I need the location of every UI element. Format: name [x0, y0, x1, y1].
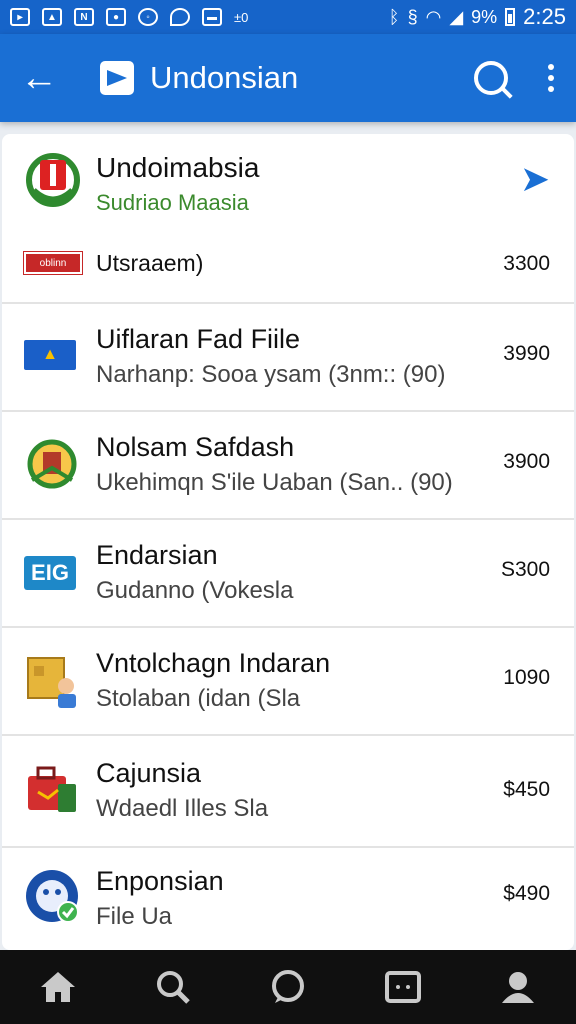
row-title: Endarsian [96, 540, 218, 570]
emblem-icon [27, 439, 77, 489]
news-icon: N [74, 8, 94, 26]
stat-icon: ±0 [234, 9, 249, 25]
profile-icon[interactable] [498, 967, 538, 1007]
row-text: Utsraaem) [96, 250, 203, 277]
status-right: ᛒ § ◠ ◢ 9% 2:25 [389, 4, 566, 30]
row-subtitle: File Ua [96, 903, 173, 930]
crest-logo-icon [26, 153, 80, 207]
list-item[interactable]: EIG Endarsian Gudanno (Vokesla S300 [2, 520, 574, 628]
row-title: Enponsian [96, 866, 224, 896]
row-title: Uiflaran Fad Fiile [96, 324, 301, 354]
flag-emblem-icon: ▲ [42, 346, 58, 363]
row-text: Uiflaran Fad Fiile Narhanp: Sooa ysam (3… [96, 324, 446, 389]
list-item[interactable]: Nolsam Safdash Ukehimqn S'ile Uaban (San… [2, 412, 574, 520]
flag-logo-text: oblinn [39, 257, 67, 269]
row-price: $450 [503, 778, 550, 801]
app-logo-icon [100, 61, 134, 95]
wifi-icon: ◠ [425, 6, 442, 27]
row-price: S300 [500, 558, 550, 581]
search-icon[interactable] [474, 61, 508, 95]
row-title: Utsraaem) [96, 250, 204, 276]
row-subtitle: Wdaedl Illes Sla [96, 795, 269, 822]
cell-signal-icon: ◢ [449, 6, 464, 27]
row-price: $490 [503, 882, 550, 905]
back-arrow-icon[interactable]: ← [20, 59, 64, 97]
globe-check-icon [26, 870, 79, 923]
row-price: 3990 [503, 342, 550, 365]
row-price: 3900 [503, 450, 550, 473]
battery-percent: 9% [471, 6, 498, 27]
card-icon[interactable] [383, 967, 423, 1007]
sync-icon: ◦ [138, 8, 158, 26]
vibrate-icon: § [407, 6, 418, 27]
row-text: Nolsam Safdash Ukehimqn S'ile Uaban (San… [96, 432, 453, 497]
battery-icon [505, 8, 516, 26]
signal-app-icon: ▲ [42, 8, 62, 26]
row-subtitle: Narhanp: Sooa ysam (3nm:: (90) [96, 361, 446, 388]
bottom-nav [0, 950, 576, 1024]
suitcase-icon [28, 766, 76, 812]
flag-logo-icon: oblinn [23, 251, 83, 275]
status-time: 2:25 [523, 4, 566, 29]
row-text: Cajunsia Wdaedl Illes Sla [96, 758, 268, 823]
list-item[interactable]: Vntolchagn Indaran Stolaban (idan (Sla 1… [2, 628, 574, 736]
location-icon [170, 8, 190, 26]
row-title: Vntolchagn Indaran [96, 648, 331, 678]
row-title: Cajunsia [96, 758, 202, 788]
header-title: Undoimabsia [96, 152, 260, 183]
list-item[interactable]: Enponsian File Ua $490 [2, 848, 574, 948]
row-title: Nolsam Safdash [96, 432, 295, 462]
list-header[interactable]: Undoimabsia Sudriao Maasia ➤ [2, 134, 574, 232]
eig-logo-icon: EIG [24, 556, 76, 590]
header-subtitle: Sudriao Maasia [96, 190, 249, 215]
row-text: Endarsian Gudanno (Vokesla [96, 540, 293, 605]
row-subtitle: Stolaban (idan (Sla [96, 685, 301, 712]
bluetooth-icon: ᛒ [388, 6, 400, 27]
notification-icon: ▸ [10, 8, 30, 26]
row-subtitle: Ukehimqn S'ile Uaban (San.. (90) [96, 469, 453, 496]
status-bar: ▸ ▲ N ● ◦ ▬ ±0 ᛒ § ◠ ◢ 9% 2:25 [0, 0, 576, 34]
list-card: Undoimabsia Sudriao Maasia ➤ oblinn Utsr… [2, 134, 574, 950]
app-title: Undonsian [150, 60, 299, 95]
home-icon[interactable] [38, 967, 78, 1007]
row-text: Enponsian File Ua [96, 866, 224, 931]
row-text: Vntolchagn Indaran Stolaban (idan (Sla [96, 648, 330, 713]
pin-arrow-icon[interactable]: ➤ [520, 158, 550, 200]
list-item[interactable]: oblinn Utsraaem) 3300 [2, 232, 574, 304]
overflow-menu-icon[interactable] [548, 64, 556, 92]
row-subtitle: Gudanno (Vokesla [96, 577, 294, 604]
chat-icon[interactable] [268, 967, 308, 1007]
list-item[interactable]: ▲ Uiflaran Fad Fiile Narhanp: Sooa ysam … [2, 304, 574, 412]
app-bar: ← Undonsian [0, 34, 576, 122]
row-price: 1090 [503, 666, 550, 689]
box-person-icon [27, 657, 76, 708]
eig-logo-text: EIG [31, 560, 69, 585]
status-left-icons: ▸ ▲ N ● ◦ ▬ ±0 [10, 8, 248, 26]
app-icon: ● [106, 8, 126, 26]
list-item[interactable]: Cajunsia Wdaedl Illes Sla $450 [2, 736, 574, 848]
flag-icon: ▲ [24, 340, 76, 370]
search-icon[interactable] [153, 967, 193, 1007]
row-price: 3300 [503, 252, 550, 275]
image-icon: ▬ [202, 8, 222, 26]
